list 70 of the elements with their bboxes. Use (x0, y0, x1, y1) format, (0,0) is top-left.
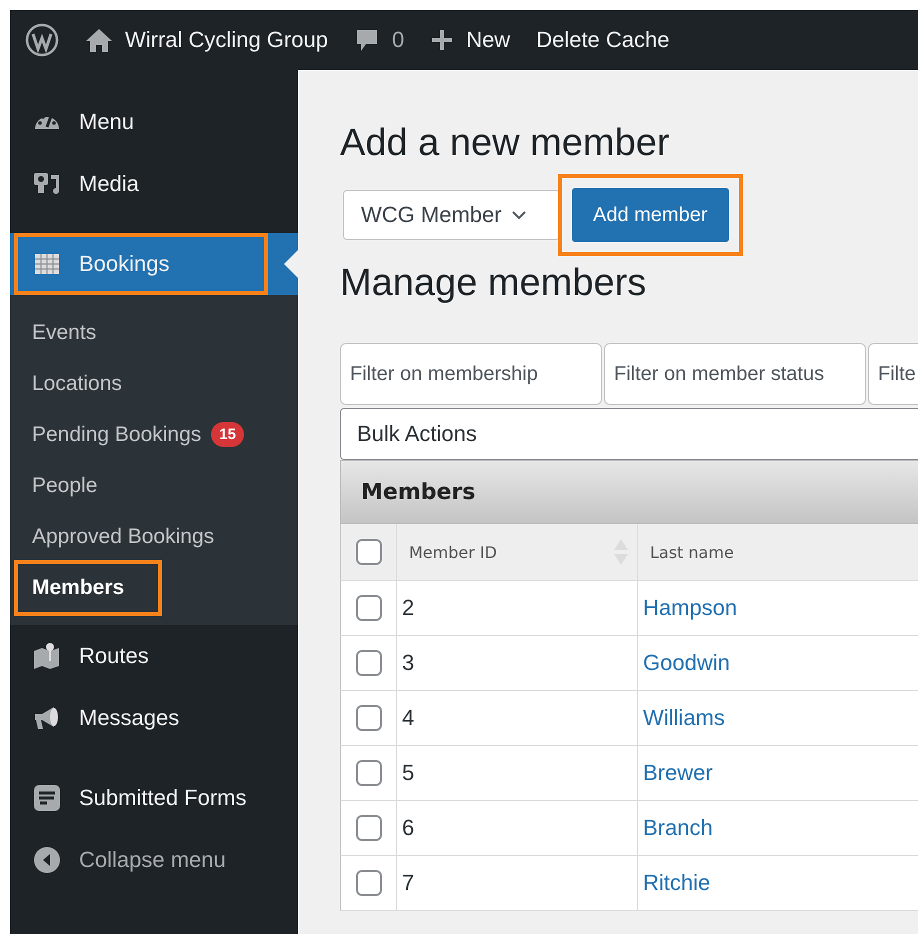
menu-item[interactable]: Submitted Forms (10, 767, 298, 829)
form-icon (32, 783, 62, 813)
menu-item[interactable]: Menu (10, 91, 298, 153)
table-cell: 6 (397, 801, 638, 855)
new-label: New (466, 27, 510, 53)
collapse-menu-button[interactable]: Collapse menu (10, 829, 298, 891)
member-link[interactable]: Ritchie (643, 870, 710, 896)
row-checkbox[interactable] (356, 760, 382, 786)
menu-label: Collapse menu (79, 847, 226, 873)
collapse-icon (32, 845, 62, 875)
comment-count: 0 (392, 27, 404, 53)
submenu-item[interactable]: Approved Bookings (10, 511, 298, 562)
new-link[interactable]: New (430, 27, 510, 53)
member-link[interactable]: Hampson (643, 595, 738, 621)
submenu-label: Locations (32, 372, 122, 396)
submenu-label: People (32, 474, 98, 498)
submenu-item[interactable]: Events (10, 307, 298, 358)
table-cell: 5 (397, 746, 638, 800)
page-heading: Add a new member (340, 122, 670, 165)
menu-label: Menu (79, 109, 134, 135)
member-link[interactable]: Brewer (643, 760, 713, 786)
bulk-actions-select[interactable]: Bulk Actions (340, 408, 918, 460)
plus-icon (430, 28, 454, 52)
select-all-checkbox[interactable] (356, 539, 382, 565)
menu-item[interactable]: Messages (10, 687, 298, 749)
table-cell: 7 (397, 856, 638, 910)
row-checkbox[interactable] (356, 815, 382, 841)
member-link[interactable]: Williams (643, 705, 725, 731)
count-badge: 15 (211, 422, 244, 447)
table-cell: 3 (397, 636, 638, 690)
menu-label: Media (79, 171, 139, 197)
row-checkbox[interactable] (356, 650, 382, 676)
submenu-item[interactable]: Members (10, 562, 298, 613)
add-member-button[interactable]: Add member (572, 188, 728, 242)
row-checkbox[interactable] (356, 870, 382, 896)
home-icon (85, 27, 113, 53)
menu-label: Routes (79, 643, 149, 669)
menu-label: Messages (79, 705, 180, 731)
submenu-label: Members (32, 576, 124, 600)
filter-field[interactable]: Filte (868, 343, 918, 405)
table-title: Members (361, 480, 476, 504)
submenu-label: Pending Bookings (32, 422, 202, 446)
submenu-item[interactable]: Locations (10, 358, 298, 409)
comments-link[interactable]: 0 (354, 27, 404, 53)
membership-select[interactable]: WCG Member (343, 190, 560, 240)
menu-item[interactable]: Routes (10, 625, 298, 687)
filter-field[interactable]: Filter on membership (340, 343, 602, 405)
row-checkbox[interactable] (356, 705, 382, 731)
section-heading: Manage members (340, 262, 648, 305)
delete-cache-link[interactable]: Delete Cache (536, 27, 670, 53)
menu-item[interactable]: Bookings (10, 233, 298, 295)
submenu-item[interactable]: Pending Bookings 15 (10, 409, 298, 460)
filter-field[interactable]: Filter on member status (604, 343, 866, 405)
menu-item[interactable]: Media (10, 153, 298, 215)
column-header[interactable]: Last name (638, 524, 918, 580)
member-link[interactable]: Goodwin (643, 650, 730, 676)
menu-label: Submitted Forms (79, 785, 246, 811)
table-cell: 2 (397, 581, 638, 635)
site-link[interactable]: Wirral Cycling Group (85, 27, 328, 53)
site-name: Wirral Cycling Group (125, 27, 328, 53)
column-header[interactable]: Member ID (397, 524, 638, 580)
submenu-item[interactable]: People (10, 460, 298, 511)
submenu-label: Approved Bookings (32, 524, 214, 548)
map-icon (32, 641, 62, 671)
member-link[interactable]: Branch (643, 815, 713, 841)
chevron-down-icon (512, 210, 526, 220)
submenu-label: Events (32, 320, 96, 344)
table-cell: 4 (397, 691, 638, 745)
row-checkbox[interactable] (356, 595, 382, 621)
menu-label: Bookings (79, 251, 170, 277)
